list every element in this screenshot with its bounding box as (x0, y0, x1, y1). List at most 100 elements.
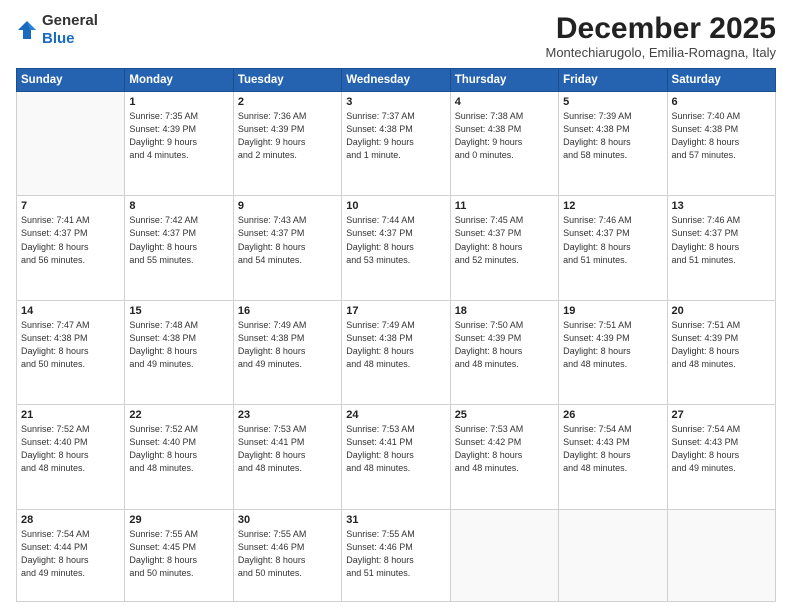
weekday-header-tuesday: Tuesday (233, 69, 341, 92)
day-info: Sunrise: 7:51 AMSunset: 4:39 PMDaylight:… (563, 319, 662, 371)
day-info: Sunrise: 7:55 AMSunset: 4:46 PMDaylight:… (346, 528, 445, 580)
day-number: 6 (672, 96, 771, 108)
day-info: Sunrise: 7:36 AMSunset: 4:39 PMDaylight:… (238, 110, 337, 162)
calendar-cell: 4 Sunrise: 7:38 AMSunset: 4:38 PMDaylight… (450, 92, 558, 196)
calendar-cell (450, 509, 558, 601)
top-area: General Blue December 2025 Montechiarugo… (16, 12, 776, 60)
weekday-header-wednesday: Wednesday (342, 69, 450, 92)
weekday-header-saturday: Saturday (667, 69, 775, 92)
calendar-week-2: 7 Sunrise: 7:41 AMSunset: 4:37 PMDaylight… (17, 196, 776, 300)
calendar-cell: 28Sunrise: 7:54 AMSunset: 4:44 PMDayligh… (17, 509, 125, 601)
calendar-header-row: SundayMondayTuesdayWednesdayThursdayFrid… (17, 69, 776, 92)
calendar-week-3: 14 Sunrise: 7:47 AMSunset: 4:38 PMDayligh… (17, 300, 776, 404)
calendar-cell (667, 509, 775, 601)
day-number: 27 (672, 409, 771, 421)
calendar-cell: 26 Sunrise: 7:54 AMSunset: 4:43 PMDayligh… (559, 405, 667, 509)
calendar-cell: 2 Sunrise: 7:36 AMSunset: 4:39 PMDaylight… (233, 92, 341, 196)
day-info: Sunrise: 7:40 AMSunset: 4:38 PMDaylight:… (672, 110, 771, 162)
day-info: Sunrise: 7:48 AMSunset: 4:38 PMDaylight:… (129, 319, 228, 371)
calendar-cell: 5Sunrise: 7:39 AMSunset: 4:38 PMDaylight… (559, 92, 667, 196)
day-info: Sunrise: 7:53 AMSunset: 4:41 PMDaylight:… (346, 423, 445, 475)
calendar-page: General Blue December 2025 Montechiarugo… (0, 0, 792, 612)
day-info: Sunrise: 7:45 AMSunset: 4:37 PMDaylight:… (455, 214, 554, 266)
day-number: 29 (129, 514, 228, 526)
day-number: 26 (563, 409, 662, 421)
day-number: 15 (129, 305, 228, 317)
day-number: 9 (238, 200, 337, 212)
month-title: December 2025 (546, 12, 777, 45)
calendar-cell: 8 Sunrise: 7:42 AMSunset: 4:37 PMDaylight… (125, 196, 233, 300)
day-number: 21 (21, 409, 120, 421)
day-number: 30 (238, 514, 337, 526)
calendar-cell: 21 Sunrise: 7:52 AMSunset: 4:40 PMDayligh… (17, 405, 125, 509)
day-info: Sunrise: 7:55 AMSunset: 4:45 PMDaylight:… (129, 528, 228, 580)
calendar-cell: 23Sunrise: 7:53 AMSunset: 4:41 PMDayligh… (233, 405, 341, 509)
calendar-week-4: 21 Sunrise: 7:52 AMSunset: 4:40 PMDayligh… (17, 405, 776, 509)
calendar-cell: 15 Sunrise: 7:48 AMSunset: 4:38 PMDayligh… (125, 300, 233, 404)
day-info: Sunrise: 7:44 AMSunset: 4:37 PMDaylight:… (346, 214, 445, 266)
day-info: Sunrise: 7:41 AMSunset: 4:37 PMDaylight:… (21, 214, 120, 266)
day-number: 24 (346, 409, 445, 421)
day-info: Sunrise: 7:53 AMSunset: 4:42 PMDaylight:… (455, 423, 554, 475)
calendar-cell: 29 Sunrise: 7:55 AMSunset: 4:45 PMDayligh… (125, 509, 233, 601)
calendar-week-1: 1 Sunrise: 7:35 AMSunset: 4:39 PMDaylight… (17, 92, 776, 196)
logo-icon (16, 19, 38, 41)
calendar-cell: 31Sunrise: 7:55 AMSunset: 4:46 PMDayligh… (342, 509, 450, 601)
weekday-header-monday: Monday (125, 69, 233, 92)
day-number: 19 (563, 305, 662, 317)
day-info: Sunrise: 7:38 AMSunset: 4:38 PMDaylight:… (455, 110, 554, 162)
calendar-cell: 13 Sunrise: 7:46 AMSunset: 4:37 PMDayligh… (667, 196, 775, 300)
day-info: Sunrise: 7:46 AMSunset: 4:37 PMDaylight:… (672, 214, 771, 266)
day-info: Sunrise: 7:37 AMSunset: 4:38 PMDaylight:… (346, 110, 445, 162)
calendar-cell: 20Sunrise: 7:51 AMSunset: 4:39 PMDayligh… (667, 300, 775, 404)
day-number: 20 (672, 305, 771, 317)
day-number: 5 (563, 96, 662, 108)
day-number: 28 (21, 514, 120, 526)
location-subtitle: Montechiarugolo, Emilia-Romagna, Italy (546, 45, 777, 60)
day-number: 12 (563, 200, 662, 212)
day-number: 2 (238, 96, 337, 108)
weekday-header-sunday: Sunday (17, 69, 125, 92)
calendar-cell: 30Sunrise: 7:55 AMSunset: 4:46 PMDayligh… (233, 509, 341, 601)
calendar-cell: 17 Sunrise: 7:49 AMSunset: 4:38 PMDayligh… (342, 300, 450, 404)
calendar-cell (559, 509, 667, 601)
calendar-cell: 7 Sunrise: 7:41 AMSunset: 4:37 PMDaylight… (17, 196, 125, 300)
weekday-header-thursday: Thursday (450, 69, 558, 92)
calendar-cell: 24 Sunrise: 7:53 AMSunset: 4:41 PMDayligh… (342, 405, 450, 509)
day-info: Sunrise: 7:47 AMSunset: 4:38 PMDaylight:… (21, 319, 120, 371)
calendar-cell: 14 Sunrise: 7:47 AMSunset: 4:38 PMDayligh… (17, 300, 125, 404)
calendar-cell: 18Sunrise: 7:50 AMSunset: 4:39 PMDayligh… (450, 300, 558, 404)
calendar-cell: 10Sunrise: 7:44 AMSunset: 4:37 PMDayligh… (342, 196, 450, 300)
day-number: 1 (129, 96, 228, 108)
calendar-cell: 25 Sunrise: 7:53 AMSunset: 4:42 PMDayligh… (450, 405, 558, 509)
day-number: 25 (455, 409, 554, 421)
calendar-cell: 19 Sunrise: 7:51 AMSunset: 4:39 PMDayligh… (559, 300, 667, 404)
day-info: Sunrise: 7:54 AMSunset: 4:43 PMDaylight:… (672, 423, 771, 475)
day-info: Sunrise: 7:42 AMSunset: 4:37 PMDaylight:… (129, 214, 228, 266)
day-info: Sunrise: 7:52 AMSunset: 4:40 PMDaylight:… (21, 423, 120, 475)
weekday-header-friday: Friday (559, 69, 667, 92)
day-info: Sunrise: 7:49 AMSunset: 4:38 PMDaylight:… (238, 319, 337, 371)
day-info: Sunrise: 7:35 AMSunset: 4:39 PMDaylight:… (129, 110, 228, 162)
day-number: 7 (21, 200, 120, 212)
calendar-cell: 16Sunrise: 7:49 AMSunset: 4:38 PMDayligh… (233, 300, 341, 404)
day-info: Sunrise: 7:50 AMSunset: 4:39 PMDaylight:… (455, 319, 554, 371)
day-info: Sunrise: 7:49 AMSunset: 4:38 PMDaylight:… (346, 319, 445, 371)
day-info: Sunrise: 7:52 AMSunset: 4:40 PMDaylight:… (129, 423, 228, 475)
calendar-cell: 11Sunrise: 7:45 AMSunset: 4:37 PMDayligh… (450, 196, 558, 300)
logo-text: General Blue (42, 12, 98, 48)
day-number: 4 (455, 96, 554, 108)
day-info: Sunrise: 7:54 AMSunset: 4:43 PMDaylight:… (563, 423, 662, 475)
day-number: 8 (129, 200, 228, 212)
logo: General Blue (16, 12, 98, 48)
day-info: Sunrise: 7:43 AMSunset: 4:37 PMDaylight:… (238, 214, 337, 266)
day-number: 3 (346, 96, 445, 108)
calendar-cell: 6 Sunrise: 7:40 AMSunset: 4:38 PMDaylight… (667, 92, 775, 196)
day-number: 17 (346, 305, 445, 317)
day-number: 13 (672, 200, 771, 212)
day-number: 22 (129, 409, 228, 421)
calendar-week-5: 28Sunrise: 7:54 AMSunset: 4:44 PMDayligh… (17, 509, 776, 601)
day-number: 14 (21, 305, 120, 317)
logo-general: General (42, 12, 98, 29)
logo-blue: Blue (42, 30, 75, 47)
